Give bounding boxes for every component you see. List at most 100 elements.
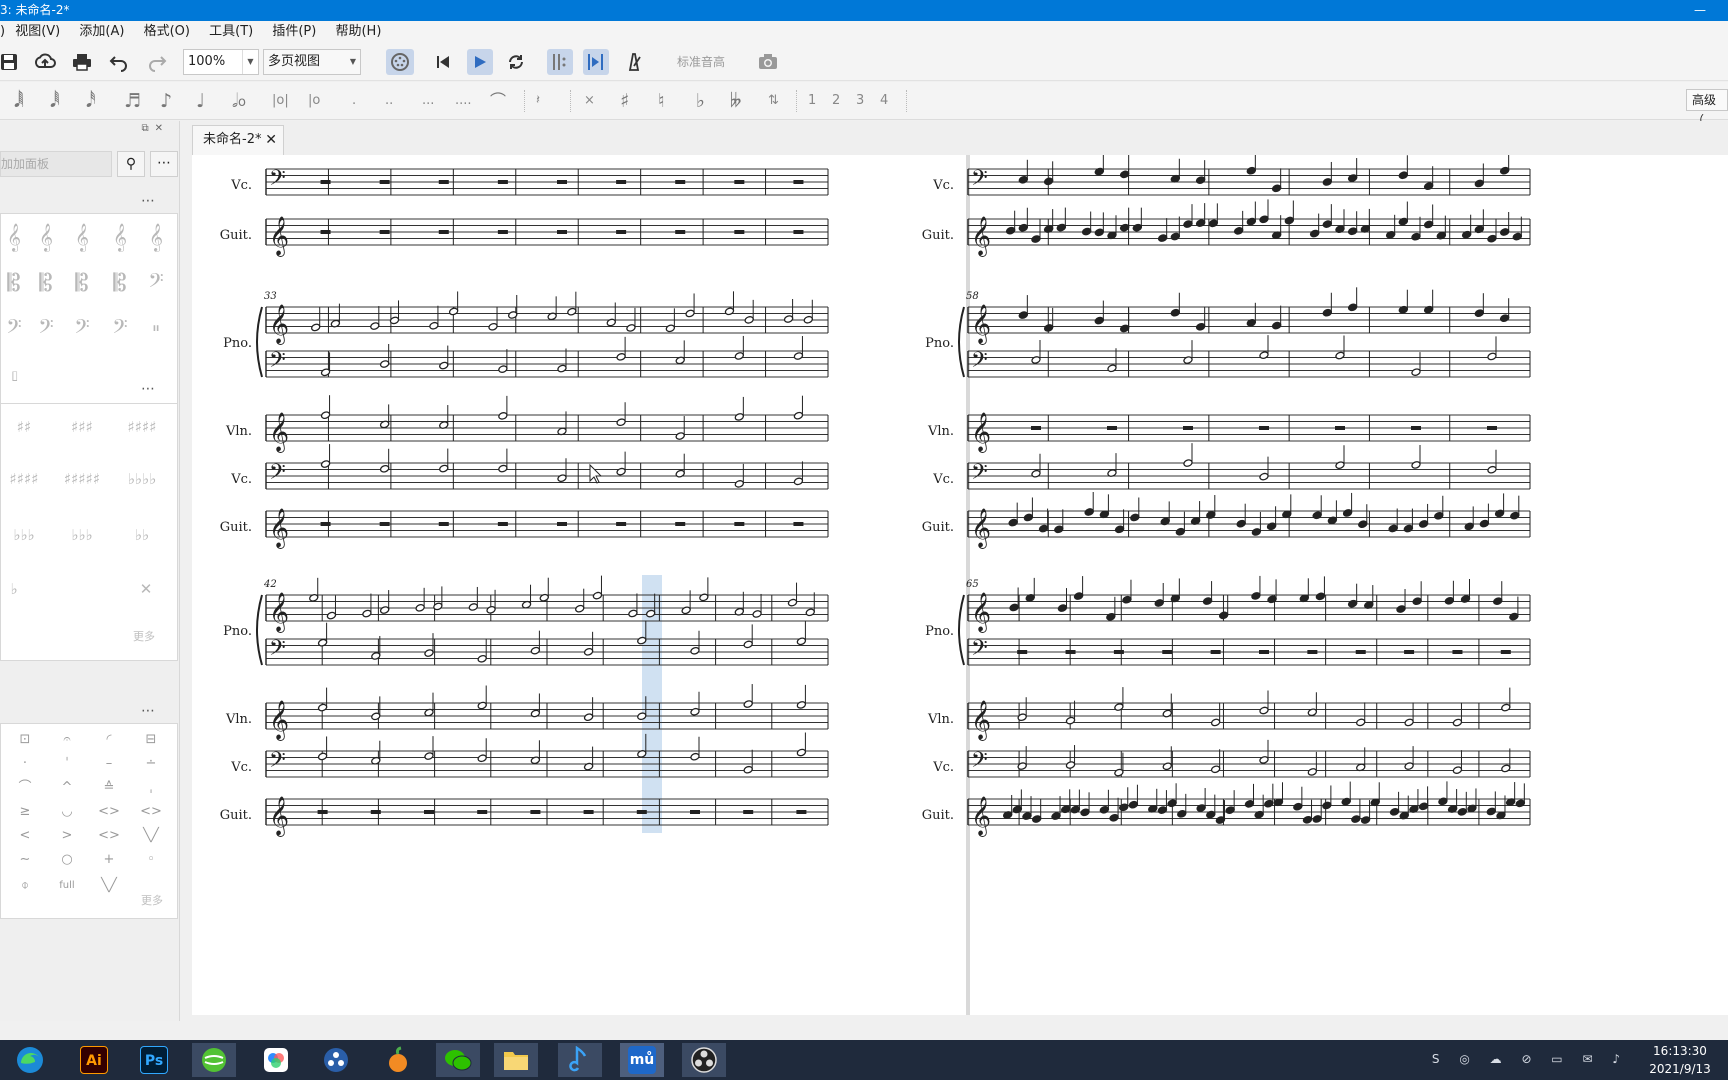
crescendo-icon[interactable]: < bbox=[5, 824, 45, 848]
flat-icon[interactable]: ♭ bbox=[696, 90, 705, 112]
vee-icon[interactable]: ╲╱ bbox=[131, 824, 171, 848]
portato-icon[interactable]: ∸ bbox=[131, 752, 171, 776]
diamond-icon[interactable]: <> bbox=[89, 824, 129, 848]
redo-icon[interactable] bbox=[144, 49, 170, 75]
small-circle-icon[interactable]: ◦ bbox=[131, 848, 171, 872]
obs-icon[interactable] bbox=[682, 1043, 726, 1077]
note-quarter-icon[interactable]: ♩ bbox=[196, 90, 205, 112]
slur-icon[interactable]: ⌒ bbox=[5, 776, 45, 800]
bass-clef-15mb-icon[interactable]: 𝄢 bbox=[27, 310, 65, 348]
key-sig-icon[interactable]: ♭ bbox=[0, 570, 33, 608]
note-longa-icon[interactable]: |o bbox=[308, 90, 320, 112]
advanced-button[interactable]: 高级（ bbox=[1686, 89, 1728, 127]
rest-icon[interactable]: 𝄽 bbox=[536, 90, 540, 112]
palette-search-input[interactable]: 加加面板 bbox=[0, 151, 112, 177]
edge-icon[interactable] bbox=[8, 1043, 52, 1077]
camera-icon[interactable] bbox=[755, 49, 781, 75]
natural-icon[interactable]: ♮ bbox=[658, 90, 665, 112]
menu-item-plugins[interactable]: 插件(P) bbox=[272, 21, 316, 43]
tab-clef-icon[interactable]: 𝄦 bbox=[0, 358, 33, 396]
key-sig-icon[interactable]: ♯♯ bbox=[5, 408, 43, 446]
zoom-select[interactable]: 100% ▼ bbox=[183, 49, 259, 75]
undo-icon[interactable] bbox=[106, 49, 132, 75]
baidu-netdisk-icon[interactable] bbox=[254, 1043, 298, 1077]
fermata-icon[interactable]: ⊡ bbox=[5, 728, 45, 752]
more-options-icon[interactable]: ⋯ bbox=[150, 151, 178, 177]
key-sig-icon[interactable]: ♭♭ bbox=[123, 516, 161, 554]
palette-more-link[interactable]: 更多 bbox=[133, 628, 155, 644]
bend-icon[interactable]: ⌽ bbox=[5, 874, 45, 898]
key-sig-icon[interactable]: ♯♯♯ bbox=[63, 408, 101, 446]
voice-3-button[interactable]: 3 bbox=[856, 90, 864, 112]
musescore-icon[interactable]: mů bbox=[620, 1043, 664, 1077]
note-128th-icon[interactable]: 𝅘𝅥𝅲 bbox=[14, 90, 24, 112]
tuning-label[interactable]: 标准音高 bbox=[677, 49, 725, 75]
document-tab[interactable]: 未命名-2* ✕ bbox=[192, 125, 284, 155]
tenor-clef-icon[interactable]: 𝄡 bbox=[63, 264, 101, 302]
panel-header-buttons[interactable]: ⧉✕ bbox=[141, 123, 169, 134]
print-icon[interactable] bbox=[69, 49, 95, 75]
caesura-icon[interactable]: ⊟ bbox=[131, 728, 171, 752]
key-sig-icon[interactable]: ✕ bbox=[127, 570, 165, 608]
staccatissimo-icon[interactable]: ˈ bbox=[47, 752, 87, 776]
note-64th-icon[interactable]: 𝅘𝅥𝅱 bbox=[50, 90, 60, 112]
voice-4-button[interactable]: 4 bbox=[880, 90, 888, 112]
sharp-icon[interactable]: ♯ bbox=[620, 90, 629, 112]
note-breve-icon[interactable]: |o| bbox=[272, 90, 289, 112]
voice-1-button[interactable]: 1 bbox=[808, 90, 816, 112]
menu-item-format[interactable]: 格式(O) bbox=[144, 21, 190, 43]
palette-menu-icon[interactable]: ⋯ bbox=[141, 703, 155, 719]
accent-staccato-icon[interactable]: ≥ bbox=[5, 800, 45, 824]
vee-icon[interactable]: ╲╱ bbox=[89, 874, 129, 898]
quadruple-dot-icon[interactable]: .... bbox=[455, 90, 472, 112]
percussion-clef-icon[interactable]: 𝄥 bbox=[137, 310, 175, 348]
save-icon[interactable] bbox=[0, 49, 22, 75]
tenuto-icon[interactable]: – bbox=[89, 752, 129, 776]
score-notation[interactable]: 𝄢Vc.𝄞Guit.33𝄞Pno.𝄢𝄞Vln.𝄢Vc.𝄞Guit.42𝄞Pno.… bbox=[192, 155, 1728, 1015]
menu-item-truncated[interactable]: ) bbox=[0, 21, 5, 43]
view-mode-select[interactable]: 多页视图 ▼ bbox=[263, 49, 361, 75]
key-sig-icon[interactable]: ♭♭♭♭ bbox=[123, 460, 161, 498]
menu-item-help[interactable]: 帮助(H) bbox=[335, 21, 381, 43]
alto-clef-icon[interactable]: 𝄡 bbox=[27, 264, 65, 302]
full-bend-icon[interactable]: full bbox=[47, 874, 87, 898]
score-canvas[interactable]: 𝄢 Vc. 𝄞 Guit. 33 𝄞 Pno. 𝄢 𝄞 Vln. 𝄢 Vc. 𝄞 Guit. 42 𝄞 Pno.… bbox=[192, 155, 1728, 1015]
rewind-icon[interactable] bbox=[430, 49, 456, 75]
baritone-f-clef-icon[interactable]: 𝄢 bbox=[63, 310, 101, 348]
open-icon[interactable]: ◡ bbox=[47, 800, 87, 824]
music-app-icon[interactable] bbox=[558, 1043, 602, 1077]
palette-menu-icon[interactable]: ⋯ bbox=[141, 381, 155, 397]
play-repeats-icon[interactable] bbox=[547, 49, 573, 75]
dot-icon[interactable]: . bbox=[352, 90, 356, 112]
palette-menu-icon[interactable]: ⋯ bbox=[141, 193, 155, 209]
fl-studio-icon[interactable] bbox=[376, 1043, 420, 1077]
treble-clef-8vb-icon[interactable]: 𝄞 bbox=[27, 218, 65, 256]
key-sig-icon[interactable]: ♯♯♯♯ bbox=[123, 408, 161, 446]
bass-clef-icon[interactable]: 𝄢 bbox=[137, 264, 175, 302]
double-sharp-icon[interactable]: × bbox=[584, 90, 595, 112]
clock[interactable]: 16:13:30 2021/9/13 bbox=[1640, 1042, 1720, 1078]
browser-360-icon[interactable] bbox=[192, 1043, 236, 1077]
file-explorer-icon[interactable] bbox=[494, 1043, 538, 1077]
staccato-icon[interactable]: · bbox=[5, 752, 45, 776]
pan-icon[interactable] bbox=[583, 49, 609, 75]
menu-item-tools[interactable]: 工具(T) bbox=[209, 21, 253, 43]
double-dot-icon[interactable]: .. bbox=[385, 90, 393, 112]
fermata-icon[interactable]: 𝄐 bbox=[47, 728, 87, 752]
harmonic-icon[interactable]: ○ bbox=[47, 848, 87, 872]
key-sig-icon[interactable]: ♭♭♭ bbox=[5, 516, 43, 554]
double-treble-clef-icon[interactable]: 𝄞 bbox=[101, 218, 139, 256]
system-tray[interactable]: S ◎ ☁ ⊘ ▭ ✉ ♪ bbox=[1432, 1052, 1628, 1066]
close-icon[interactable]: ✕ bbox=[265, 126, 277, 154]
baritone-c-clef-icon[interactable]: 𝄡 bbox=[101, 264, 139, 302]
photoshop-icon[interactable]: Ps bbox=[132, 1043, 176, 1077]
double-flat-icon[interactable]: 𝄫 bbox=[730, 90, 741, 112]
upload-icon[interactable] bbox=[32, 49, 58, 75]
voice-2-button[interactable]: 2 bbox=[832, 90, 840, 112]
menu-item-add[interactable]: 添加(A) bbox=[79, 21, 124, 43]
marcato-tenuto-icon[interactable]: ≙ bbox=[89, 776, 129, 800]
loop-icon[interactable] bbox=[503, 49, 529, 75]
minimize-button[interactable]: — bbox=[1694, 0, 1706, 21]
treble-clef-15mb-icon[interactable]: 𝄞 bbox=[63, 218, 101, 256]
turn-icon[interactable]: ∼ bbox=[5, 848, 45, 872]
